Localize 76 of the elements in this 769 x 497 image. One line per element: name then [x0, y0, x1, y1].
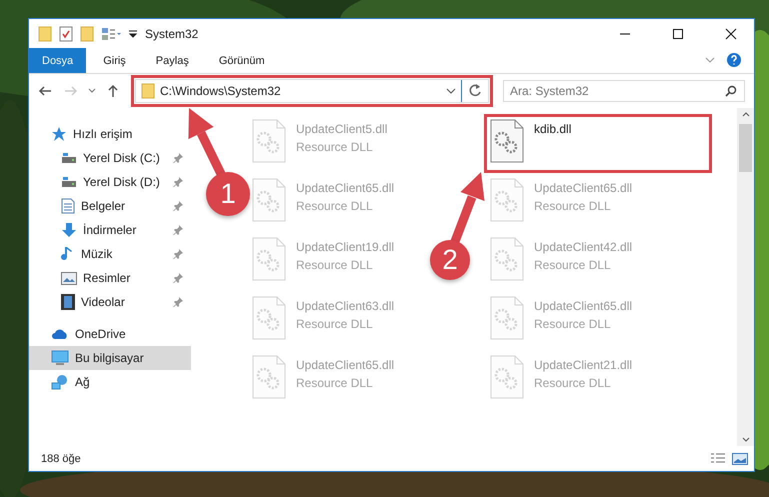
chevron-down-icon — [88, 88, 96, 94]
pin-icon — [173, 201, 183, 211]
file-type: Resource DLL — [534, 199, 612, 213]
pin-icon — [173, 297, 183, 307]
customize-icon[interactable] — [128, 28, 138, 38]
settings-file-icon — [490, 178, 524, 222]
download-icon — [61, 222, 77, 238]
up-arrow-icon — [107, 84, 119, 98]
file-type: Resource DLL — [296, 140, 374, 154]
sidebar-item[interactable]: Videolar — [29, 290, 191, 314]
star-icon — [51, 126, 67, 142]
folder-icon — [38, 26, 52, 42]
sidebar-item[interactable]: Yerel Disk (D:) — [29, 170, 191, 194]
settings-file-icon — [252, 119, 286, 163]
file-type: Resource DLL — [534, 376, 612, 390]
settings-file-icon — [490, 355, 524, 399]
scrollbar[interactable] — [737, 108, 754, 446]
drive-icon — [61, 152, 77, 164]
sidebar-item[interactable]: Bu bilgisayar — [29, 346, 191, 370]
file-name[interactable]: kdib.dll — [534, 122, 572, 136]
file-type: Resource DLL — [296, 317, 374, 331]
ribbon-tab[interactable]: Dosya — [29, 48, 86, 73]
pin-icon — [173, 249, 183, 259]
image-icon — [61, 272, 77, 284]
search-field[interactable]: Ara: System32 — [503, 80, 745, 102]
dropdown-caret-icon[interactable] — [446, 87, 456, 95]
sidebar-item[interactable]: OneDrive — [29, 322, 191, 346]
music-note-icon — [61, 246, 75, 262]
file-type: Resource DLL — [296, 199, 374, 213]
new-folder-icon — [80, 26, 94, 42]
sidebar-item[interactable]: Müzik — [29, 242, 191, 266]
window-title: System32 — [145, 26, 198, 40]
details-view-icon[interactable] — [710, 452, 726, 464]
file-type: Resource DLL — [296, 258, 374, 272]
settings-file-icon — [252, 237, 286, 281]
properties-icon[interactable] — [59, 26, 73, 42]
ribbon-tab[interactable]: Görünüm — [206, 48, 278, 73]
sidebar-item[interactable]: Ağ — [29, 370, 191, 394]
settings-file-icon — [252, 178, 286, 222]
back-arrow-icon — [38, 85, 52, 97]
network-icon — [51, 374, 69, 390]
ribbon-tab[interactable]: Giriş — [90, 48, 139, 73]
file-type: Resource DLL — [534, 317, 612, 331]
pin-icon — [173, 225, 183, 235]
view-menu-icon[interactable] — [101, 26, 121, 40]
folder-icon — [141, 83, 155, 99]
address-bar[interactable]: C:\Windows\System32 — [135, 79, 489, 103]
sidebar-item[interactable]: Yerel Disk (C:) — [29, 146, 191, 170]
cloud-icon — [51, 328, 69, 340]
sidebar-item[interactable]: İndirmeler — [29, 218, 191, 242]
file-type: Resource DLL — [534, 258, 612, 272]
settings-file-icon — [252, 355, 286, 399]
pin-icon — [173, 273, 183, 283]
pin-icon — [173, 153, 183, 163]
drive-icon — [61, 176, 77, 188]
item-count: 188 öğe — [41, 452, 81, 464]
close-icon — [725, 28, 737, 40]
film-icon — [61, 294, 75, 310]
large-icons-view-icon[interactable] — [732, 452, 748, 464]
settings-file-icon — [490, 119, 524, 163]
ribbon-tab[interactable]: Paylaş — [142, 48, 202, 73]
forward-arrow-icon — [64, 85, 78, 97]
search-icon — [725, 85, 737, 97]
settings-file-icon — [490, 296, 524, 340]
monitor-icon — [51, 350, 69, 366]
document-icon — [61, 198, 75, 214]
maximize-icon — [672, 28, 684, 40]
sidebar-item[interactable]: Resimler — [29, 266, 191, 290]
scroll-thumb[interactable] — [739, 124, 752, 172]
settings-file-icon — [252, 296, 286, 340]
settings-file-icon — [490, 237, 524, 281]
address-path: C:\Windows\System32 — [160, 84, 282, 98]
sidebar-item[interactable]: Hızlı erişim — [29, 122, 191, 146]
file-type: Resource DLL — [296, 376, 374, 390]
sidebar-item[interactable]: Belgeler — [29, 194, 191, 218]
pin-icon — [173, 177, 183, 187]
